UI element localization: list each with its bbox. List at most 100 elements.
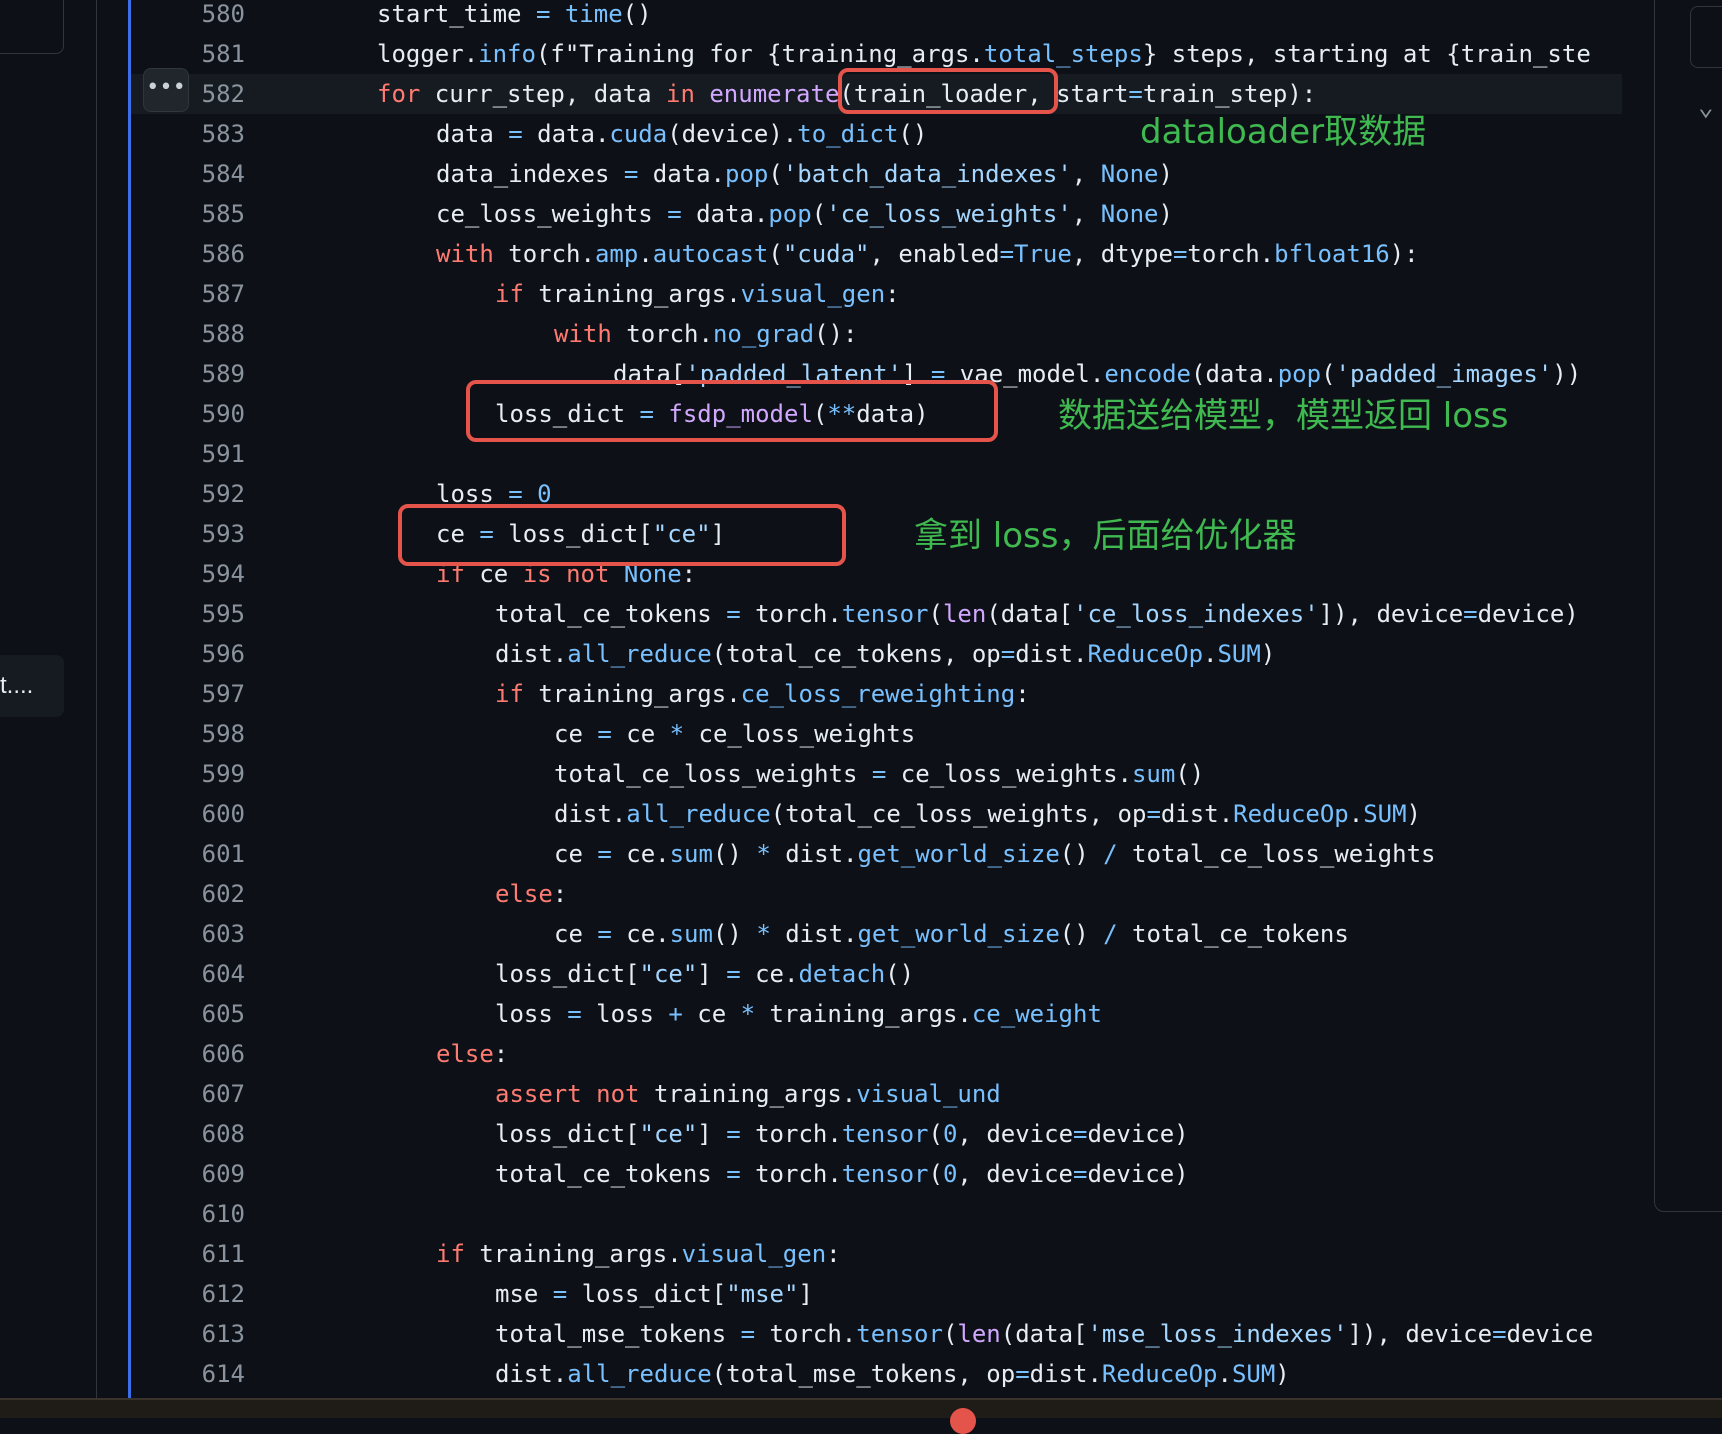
line-number[interactable]: 610: [131, 1194, 245, 1234]
line-number[interactable]: 589: [131, 354, 245, 394]
code-token: all_reduce: [567, 640, 712, 668]
code-token: ReduceOp: [1101, 1360, 1218, 1388]
code-token: .: [1203, 640, 1218, 668]
code-line[interactable]: 612 mse = loss_dict["mse"]: [131, 1274, 1625, 1314]
code-token: data: [436, 120, 509, 148]
code-token: to_dict: [797, 120, 899, 148]
line-number[interactable]: 585: [131, 194, 245, 234]
chevron-down-icon[interactable]: ⌄: [1698, 92, 1714, 122]
code-token: get_world_size: [857, 840, 1060, 868]
code-text: data = data.cuda(device).to_dict(): [436, 114, 927, 154]
line-number[interactable]: 612: [131, 1274, 245, 1314]
code-token: ,: [1071, 160, 1101, 188]
code-token: len: [942, 600, 987, 628]
code-token: mse: [495, 1280, 553, 1308]
line-number[interactable]: 591: [131, 434, 245, 474]
code-line[interactable]: 587 if training_args.visual_gen:: [131, 274, 1625, 314]
code-token: dist.: [554, 800, 627, 828]
code-line[interactable]: 584 data_indexes = data.pop('batch_data_i…: [131, 154, 1625, 194]
code-token: else: [495, 880, 553, 908]
line-number[interactable]: 590: [131, 394, 245, 434]
line-actions-button[interactable]: •••: [143, 68, 189, 112]
line-number[interactable]: 607: [131, 1074, 245, 1114]
code-token: ce.: [611, 840, 670, 868]
code-line[interactable]: 601 ce = ce.sum() * dist.get_world_size()…: [131, 834, 1625, 874]
line-number[interactable]: 594: [131, 554, 245, 594]
code-line[interactable]: 603 ce = ce.sum() * dist.get_world_size()…: [131, 914, 1625, 954]
code-token: =: [726, 600, 741, 628]
line-number[interactable]: 593: [131, 514, 245, 554]
code-line[interactable]: 597 if training_args.ce_loss_reweighting:: [131, 674, 1625, 714]
code-line[interactable]: 610: [131, 1194, 1625, 1234]
line-number[interactable]: 599: [131, 754, 245, 794]
line-number[interactable]: 605: [131, 994, 245, 1034]
line-number[interactable]: 584: [131, 154, 245, 194]
code-line[interactable]: 585 ce_loss_weights = data.pop('ce_loss_w…: [131, 194, 1625, 234]
code-line[interactable]: 586 with torch.amp.autocast("cuda", enabl…: [131, 234, 1625, 274]
code-token: pop: [1277, 360, 1322, 388]
code-line[interactable]: 599 total_ce_loss_weights = ce_loss_weigh…: [131, 754, 1625, 794]
line-number[interactable]: 613: [131, 1314, 245, 1354]
code-line[interactable]: 588 with torch.no_grad():: [131, 314, 1625, 354]
code-token: (): [712, 920, 757, 948]
line-number[interactable]: 586: [131, 234, 245, 274]
line-number[interactable]: 600: [131, 794, 245, 834]
line-number[interactable]: 611: [131, 1234, 245, 1274]
line-number[interactable]: 583: [131, 114, 245, 154]
code-token: ce: [682, 1000, 741, 1028]
code-line[interactable]: 593 ce = loss_dict["ce"]: [131, 514, 1625, 554]
code-token: (): [1175, 760, 1205, 788]
code-line[interactable]: 604 loss_dict["ce"] = ce.detach(): [131, 954, 1625, 994]
code-text: loss_dict["ce"] = torch.tensor(0, device…: [495, 1114, 1189, 1154]
code-token: visual_gen: [740, 280, 886, 308]
code-line[interactable]: 605 loss = loss + ce * training_args.ce_w…: [131, 994, 1625, 1034]
code-line[interactable]: 607 assert not training_args.visual_und: [131, 1074, 1625, 1114]
code-text: total_ce_loss_weights = ce_loss_weights.…: [554, 754, 1204, 794]
line-number[interactable]: 609: [131, 1154, 245, 1194]
file-tree-top-box[interactable]: [0, 0, 64, 54]
line-number[interactable]: 598: [131, 714, 245, 754]
code-token: =: [1463, 600, 1478, 628]
code-line[interactable]: 592 loss = 0: [131, 474, 1625, 514]
code-token: loss_dict[: [495, 1120, 640, 1148]
code-token: device): [1087, 1120, 1189, 1148]
line-number[interactable]: 596: [131, 634, 245, 674]
code-line[interactable]: 594 if ce is not None:: [131, 554, 1625, 594]
code-line[interactable]: 598 ce = ce * ce_loss_weights: [131, 714, 1625, 754]
line-number[interactable]: 602: [131, 874, 245, 914]
code-line[interactable]: 580 start_time = time(): [131, 0, 1625, 34]
line-number[interactable]: 606: [131, 1034, 245, 1074]
line-number[interactable]: 588: [131, 314, 245, 354]
line-number[interactable]: 595: [131, 594, 245, 634]
line-number[interactable]: 597: [131, 674, 245, 714]
code-line[interactable]: 614 dist.all_reduce(total_mse_tokens, op=…: [131, 1354, 1625, 1394]
right-panel-button[interactable]: [1690, 6, 1722, 68]
line-number[interactable]: 592: [131, 474, 245, 514]
code-token: 'padded_images': [1335, 360, 1553, 388]
code-line[interactable]: 596 dist.all_reduce(total_ce_tokens, op=d…: [131, 634, 1625, 674]
line-number[interactable]: 580: [131, 0, 245, 34]
line-number[interactable]: 608: [131, 1114, 245, 1154]
code-token: ): [1158, 160, 1173, 188]
code-line[interactable]: 595 total_ce_tokens = torch.tensor(len(da…: [131, 594, 1625, 634]
line-number[interactable]: 587: [131, 274, 245, 314]
code-line[interactable]: 602 else:: [131, 874, 1625, 914]
code-line[interactable]: 613 total_mse_tokens = torch.tensor(len(d…: [131, 1314, 1625, 1354]
line-number[interactable]: 604: [131, 954, 245, 994]
file-tree-item[interactable]: t....: [0, 655, 64, 717]
code-token: None: [1100, 200, 1159, 228]
code-token: =: [597, 920, 612, 948]
code-line[interactable]: 606 else:: [131, 1034, 1625, 1074]
code-line[interactable]: 608 loss_dict["ce"] = torch.tensor(0, dev…: [131, 1114, 1625, 1154]
line-number[interactable]: 603: [131, 914, 245, 954]
code-line[interactable]: 611 if training_args.visual_gen:: [131, 1234, 1625, 1274]
line-number[interactable]: 614: [131, 1354, 245, 1394]
code-token: data.: [522, 120, 610, 148]
code-text: assert not training_args.visual_und: [495, 1074, 1001, 1114]
code-line[interactable]: 609 total_ce_tokens = torch.tensor(0, dev…: [131, 1154, 1625, 1194]
line-number[interactable]: 601: [131, 834, 245, 874]
code-line[interactable]: 600 dist.all_reduce(total_ce_loss_weights…: [131, 794, 1625, 834]
code-token: (: [928, 600, 943, 628]
